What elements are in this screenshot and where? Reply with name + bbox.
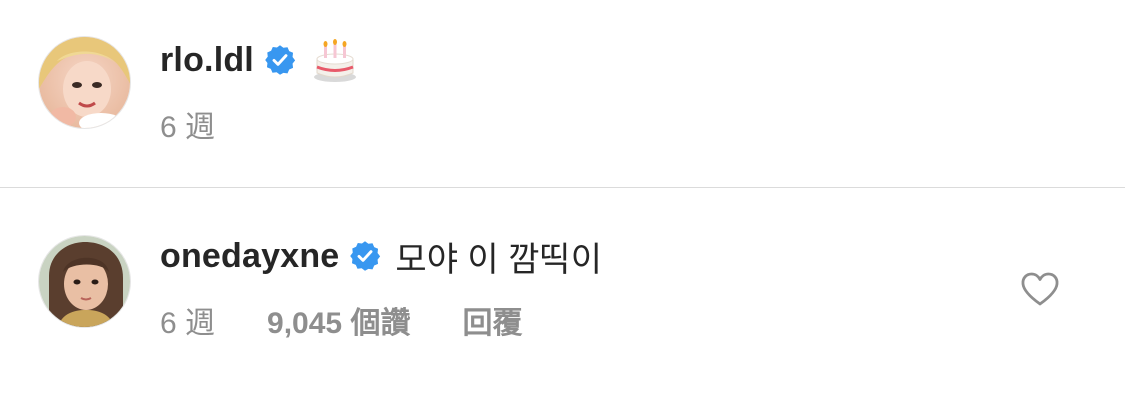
comment-header: rlo.ldl [160, 37, 358, 83]
comment-time: 6 週 [160, 307, 216, 340]
verified-badge-icon [264, 44, 296, 76]
username[interactable]: rlo.ldl [160, 41, 254, 80]
birthday-cake-icon [312, 37, 358, 83]
likes-count[interactable]: 9,045 個讚 [267, 298, 410, 342]
username[interactable]: onedayxne [160, 237, 339, 276]
comment-meta: 6 週 [160, 106, 215, 144]
heart-outline-icon[interactable] [1020, 271, 1060, 307]
comment-text: 모야 이 깜띡이 [395, 240, 602, 279]
avatar[interactable] [38, 36, 131, 129]
comment-item: rlo.ldl 6 週 [0, 0, 1125, 187]
comment-meta: 6 週 9,045 個讚 回覆 [160, 302, 522, 340]
comment-header: onedayxne 모야 이 깜띡이 [160, 233, 602, 279]
avatar-photo [39, 37, 130, 128]
avatar[interactable] [38, 235, 131, 328]
comment-item: onedayxne 모야 이 깜띡이 6 週 9,045 個讚 回覆 [0, 189, 1125, 393]
verified-badge-icon [349, 240, 381, 272]
avatar-photo [39, 236, 130, 327]
comment-time: 6 週 [160, 111, 216, 144]
reply-button[interactable]: 回覆 [462, 298, 522, 342]
divider [0, 187, 1125, 188]
